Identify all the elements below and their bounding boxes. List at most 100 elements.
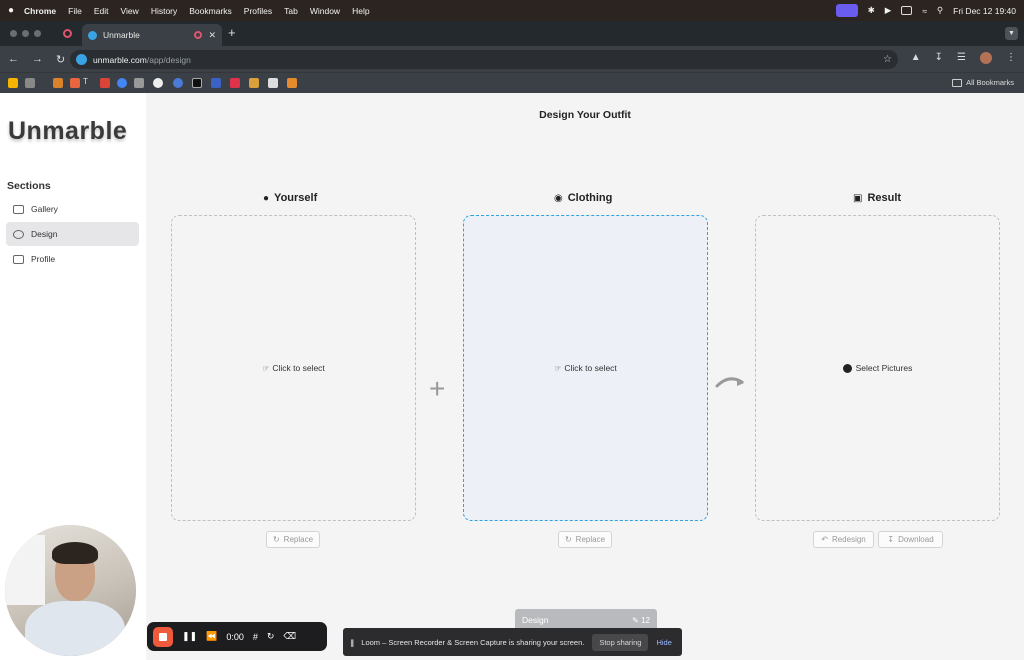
play-icon[interactable]: ▶: [885, 5, 892, 16]
bookmark-icon[interactable]: [173, 78, 183, 88]
webcam-person-body: [25, 601, 125, 656]
bookmark-icon[interactable]: [192, 78, 202, 88]
download-icon: ↧: [887, 535, 895, 544]
sidebar-item-profile[interactable]: Profile: [6, 247, 139, 271]
bookmark-icon[interactable]: [134, 78, 144, 88]
bookmark-icon[interactable]: [53, 78, 63, 88]
stop-icon: [159, 632, 167, 641]
curved-arrow-icon: [715, 372, 747, 397]
yourself-dropzone[interactable]: ☞ Click to select: [171, 215, 416, 521]
plus-icon: +: [429, 373, 446, 404]
gmail-icon[interactable]: [100, 78, 110, 88]
wifi-icon[interactable]: ≈: [922, 6, 927, 16]
address-bar[interactable]: unmarble.com/app/design ☆: [70, 50, 898, 69]
forward-icon[interactable]: →: [32, 53, 43, 65]
reload-icon[interactable]: ↻: [56, 53, 65, 66]
more-menu-icon[interactable]: ⋮: [1006, 52, 1016, 64]
datetime[interactable]: Fri Dec 12 19:40: [953, 6, 1016, 16]
new-tab-button[interactable]: +: [228, 25, 236, 40]
apple-icon[interactable]: ●: [8, 5, 14, 16]
clothing-dropzone[interactable]: ☞ Click to select: [463, 215, 708, 521]
stop-sharing-button[interactable]: Stop sharing: [592, 633, 649, 651]
sidebar-item-label: Design: [31, 229, 58, 239]
rewind-icon[interactable]: ⏪: [206, 631, 217, 642]
trash-icon[interactable]: ⌫: [283, 631, 296, 642]
bookmark-icon[interactable]: [117, 78, 127, 88]
close-tab-icon[interactable]: ✕: [208, 30, 216, 41]
pause-icon[interactable]: ❚❚: [182, 631, 197, 642]
webcam-bubble[interactable]: ⌄: [5, 525, 136, 656]
tab-search-button[interactable]: ▼: [1005, 27, 1018, 40]
all-bookmarks[interactable]: All Bookmarks: [952, 78, 1014, 87]
menu-tab[interactable]: Tab: [284, 6, 298, 16]
design-pill-count: ✎ 12: [632, 615, 650, 625]
tab-unmarble[interactable]: Unmarble ✕: [82, 24, 222, 46]
id-card-icon: [13, 254, 24, 264]
restart-icon[interactable]: ↻: [267, 631, 275, 642]
clothing-heading: ◉ Clothing: [554, 192, 612, 204]
close-window-button[interactable]: [10, 30, 17, 37]
bookmark-star-icon[interactable]: ☆: [883, 54, 892, 65]
app-logo[interactable]: Unmarble: [8, 117, 127, 146]
github-icon[interactable]: [153, 78, 163, 88]
download-icon[interactable]: ↧: [935, 52, 943, 64]
screen-record-icon[interactable]: [835, 4, 858, 17]
site-info-icon[interactable]: [76, 54, 87, 65]
stop-recording-button[interactable]: [153, 626, 173, 647]
zoom-window-button[interactable]: [34, 30, 41, 37]
result-prompt: Select Pictures: [855, 363, 913, 373]
mac-menubar: ● Chrome File Edit View History Bookmark…: [0, 0, 1024, 21]
back-icon[interactable]: ←: [8, 53, 19, 65]
menu-window[interactable]: Window: [310, 6, 340, 16]
bookmark-icon[interactable]: [211, 78, 221, 88]
drag-handle-icon[interactable]: ❚: [349, 638, 355, 647]
menu-file[interactable]: File: [68, 6, 82, 16]
url-domain: unmarble.com: [93, 54, 147, 65]
minimize-window-button[interactable]: [22, 30, 29, 37]
extensions-icon[interactable]: ▲: [911, 52, 921, 64]
shirt-icon: ◉: [554, 192, 563, 204]
favicon-icon: [88, 30, 97, 40]
bookmark-icon[interactable]: [287, 78, 297, 88]
replace-yourself-button[interactable]: ↻ Replace: [266, 531, 320, 548]
menu-bookmarks[interactable]: Bookmarks: [189, 6, 232, 16]
menu-history[interactable]: History: [151, 6, 177, 16]
menu-view[interactable]: View: [121, 6, 139, 16]
bookmark-t-label[interactable]: T: [83, 77, 88, 86]
recording-tab-icon[interactable]: [63, 29, 72, 38]
menu-app[interactable]: Chrome: [24, 6, 56, 16]
search-icon[interactable]: ⚲: [937, 5, 943, 16]
bookmark-icon[interactable]: [249, 78, 259, 88]
apps-icon[interactable]: [25, 78, 35, 88]
sidebar-item-gallery[interactable]: Gallery: [6, 197, 139, 221]
image-icon: [13, 204, 24, 214]
sidebar-item-design[interactable]: Design: [6, 222, 139, 246]
profile-avatar[interactable]: [980, 52, 992, 64]
bookmark-icon[interactable]: [230, 78, 240, 88]
info-icon: [842, 363, 852, 373]
battery-icon[interactable]: [901, 6, 913, 15]
menu-profiles[interactable]: Profiles: [244, 6, 272, 16]
yourself-prompt: Click to select: [272, 363, 325, 373]
yourself-title: Yourself: [274, 192, 318, 204]
redesign-button[interactable]: ↶ Redesign: [813, 531, 874, 548]
hide-banner-button[interactable]: Hide: [656, 638, 671, 647]
clothing-title: Clothing: [567, 192, 613, 204]
media-icon[interactable]: ☰: [957, 52, 966, 64]
menu-help[interactable]: Help: [352, 6, 369, 16]
grid-icon[interactable]: #: [253, 632, 258, 642]
status-icons: ✱ ▶ ≈ ⚲ Fri Dec 12 19:40: [835, 4, 1016, 17]
palette-icon: [13, 229, 24, 239]
bookmark-icon[interactable]: [8, 78, 18, 88]
clothing-prompt: Click to select: [564, 363, 617, 373]
bookmark-icon[interactable]: [70, 78, 80, 88]
download-button[interactable]: ↧ Download: [878, 531, 943, 548]
menu-edit[interactable]: Edit: [94, 6, 109, 16]
bluetooth-icon[interactable]: ✱: [868, 5, 875, 16]
sharing-message: Loom – Screen Recorder & Screen Capture …: [361, 637, 585, 647]
bookmark-icon[interactable]: [268, 78, 278, 88]
replace-clothing-button[interactable]: ↻ Replace: [558, 531, 612, 548]
yourself-heading: ● Yourself: [263, 192, 317, 204]
sections-heading: Sections: [7, 180, 51, 192]
chevron-down-icon[interactable]: ⌄: [121, 625, 129, 636]
